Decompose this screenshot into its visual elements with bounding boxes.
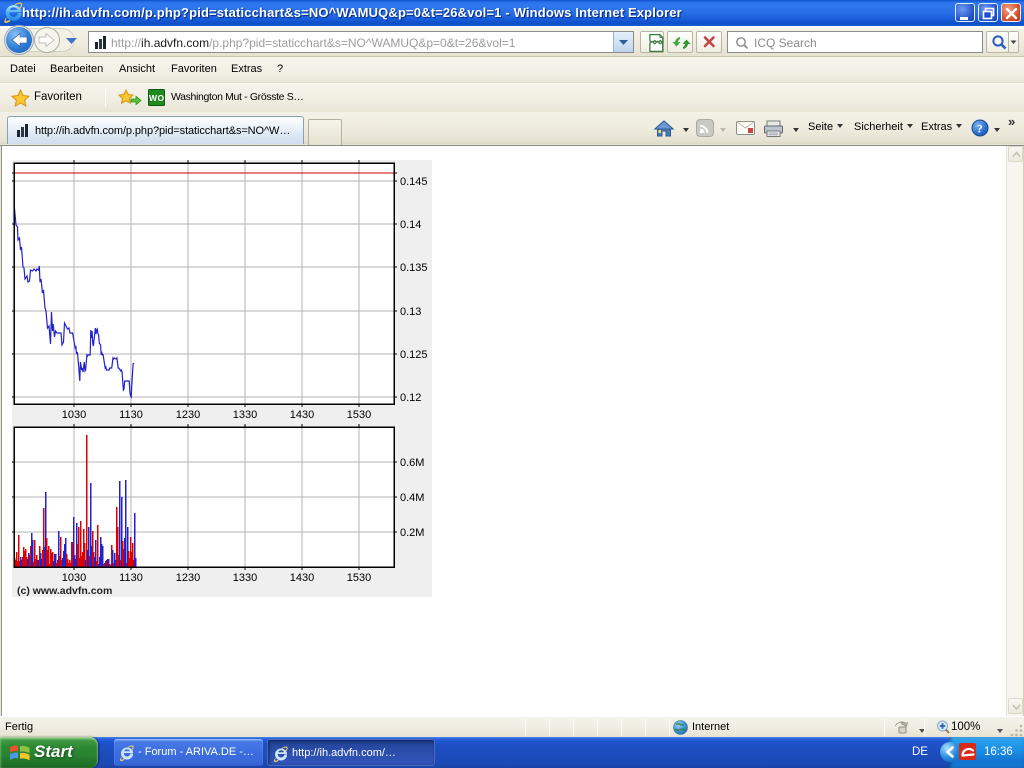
svg-text:0.13: 0.13	[400, 306, 421, 318]
svg-text:1530: 1530	[347, 572, 371, 584]
svg-text:?: ?	[977, 122, 983, 136]
svg-text:0.4M: 0.4M	[400, 492, 424, 504]
svg-text:1130: 1130	[119, 572, 143, 584]
svg-text:0.2M: 0.2M	[400, 527, 424, 539]
svg-text:0.6M: 0.6M	[400, 457, 424, 469]
svg-text:1430: 1430	[290, 409, 314, 421]
svg-text:0.145: 0.145	[400, 176, 428, 188]
svg-text:O: O	[158, 93, 165, 103]
svg-text:1130: 1130	[119, 409, 143, 421]
svg-text:1030: 1030	[62, 409, 86, 421]
svg-text:1330: 1330	[233, 572, 257, 584]
svg-text:1430: 1430	[290, 572, 314, 584]
svg-text:1530: 1530	[347, 409, 371, 421]
svg-text:0.125: 0.125	[400, 349, 428, 361]
svg-text:1230: 1230	[176, 572, 200, 584]
svg-text:1330: 1330	[233, 409, 257, 421]
svg-text:0.12: 0.12	[400, 392, 421, 404]
svg-text:0.14: 0.14	[400, 219, 421, 231]
svg-text:(c) www.advfn.com: (c) www.advfn.com	[17, 585, 112, 597]
svg-text:1030: 1030	[62, 572, 86, 584]
svg-text:1230: 1230	[176, 409, 200, 421]
svg-text:0.135: 0.135	[400, 262, 428, 274]
